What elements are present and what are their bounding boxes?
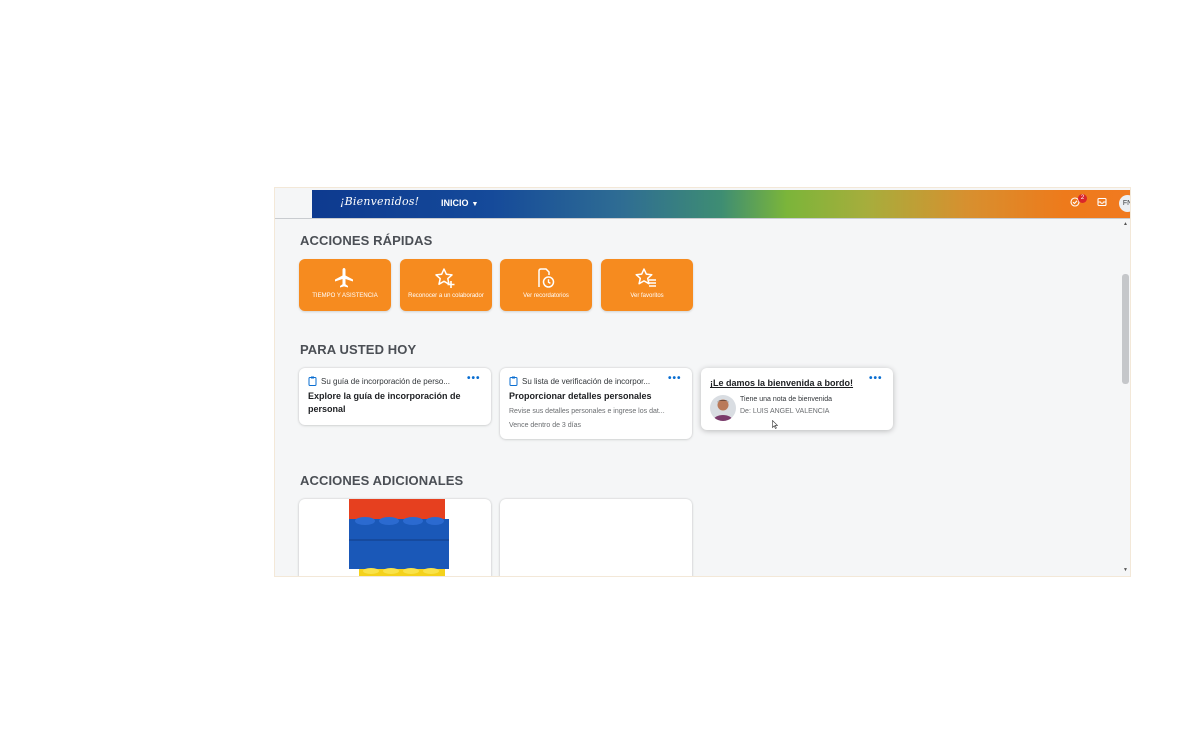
additional-actions-title: ACCIONES ADICIONALES xyxy=(300,473,464,488)
company-logo[interactable]: ¡Bienvenidos! xyxy=(340,195,419,208)
notification-badge: 2 xyxy=(1078,194,1087,203)
quick-action-label: Ver recordatorios xyxy=(523,293,569,299)
card-header-text: Su guía de incorporación de perso... xyxy=(321,376,450,386)
home-menu-button[interactable]: INICIO ▼ xyxy=(441,198,478,208)
quick-action-recognize[interactable]: Reconocer a un colaborador xyxy=(400,259,492,311)
star-list-icon xyxy=(635,268,656,287)
more-options-icon[interactable]: ••• xyxy=(668,373,682,384)
airplane-icon xyxy=(335,268,353,288)
more-options-icon[interactable]: ••• xyxy=(869,373,883,384)
clipboard-icon xyxy=(509,376,518,386)
lego-bricks-image xyxy=(349,499,449,576)
scroll-down-icon[interactable]: ▼ xyxy=(1122,567,1129,574)
mouse-cursor-icon xyxy=(772,420,778,429)
chevron-down-icon: ▼ xyxy=(471,201,479,208)
inbox-icon[interactable] xyxy=(1097,197,1107,210)
vertical-scrollbar[interactable]: ▲ ▼ xyxy=(1121,219,1130,576)
quick-actions-title: ACCIONES RÁPIDAS xyxy=(300,233,433,248)
scroll-thumb[interactable] xyxy=(1122,274,1129,384)
quick-action-time-attendance[interactable]: TIEMPO Y ASISTENCIA xyxy=(299,259,391,311)
more-options-icon[interactable]: ••• xyxy=(467,373,481,384)
personal-details-card[interactable]: Su lista de verificación de incorpor... … xyxy=(500,368,692,439)
quick-action-reminders[interactable]: Ver recordatorios xyxy=(500,259,592,311)
quick-action-label: Ver favoritos xyxy=(630,293,664,299)
card-description: Revise sus detalles personales e ingrese… xyxy=(509,408,665,415)
star-plus-icon xyxy=(435,268,455,288)
card-title: Explore la guía de incorporación de pers… xyxy=(308,391,461,414)
additional-action-card[interactable] xyxy=(299,499,491,576)
reminder-clock-icon xyxy=(538,268,555,288)
main-content: ACCIONES RÁPIDAS TIEMPO Y ASISTENCIA Rec… xyxy=(275,219,1123,576)
welcome-note-card[interactable]: ¡Le damos la bienvenida a bordo! ••• Tie… xyxy=(701,368,893,430)
card-header: Su lista de verificación de incorpor... xyxy=(509,376,669,386)
top-bar: ¡Bienvenidos! INICIO▼ 2 FN xyxy=(275,188,1130,219)
user-avatar[interactable]: FN xyxy=(1119,195,1130,212)
welcome-card-title[interactable]: ¡Le damos la bienvenida a bordo! xyxy=(710,377,870,390)
card-header: Su guía de incorporación de perso... xyxy=(308,376,468,386)
card-title: Proporcionar detalles personales xyxy=(509,391,652,401)
quick-action-label: Reconocer a un colaborador xyxy=(408,293,484,299)
due-date-text: Vence dentro de 3 días xyxy=(509,422,581,429)
welcome-message: Tiene una nota de bienvenida xyxy=(740,396,832,403)
quick-action-label: TIEMPO Y ASISTENCIA xyxy=(312,293,378,299)
onboarding-guide-card[interactable]: Su guía de incorporación de perso... •••… xyxy=(299,368,491,425)
sender-name: De: LUIS ANGEL VALENCIA xyxy=(740,408,830,415)
scroll-up-icon[interactable]: ▲ xyxy=(1122,221,1129,228)
app-frame: ¡Bienvenidos! INICIO▼ 2 FN ACCIONES RÁPI… xyxy=(274,187,1131,577)
clipboard-icon xyxy=(308,376,317,386)
quick-action-favorites[interactable]: Ver favoritos xyxy=(601,259,693,311)
for-you-today-title: PARA USTED HOY xyxy=(300,342,417,357)
card-header-text: Su lista de verificación de incorpor... xyxy=(522,376,651,386)
shell-bar: ¡Bienvenidos! INICIO▼ 2 FN xyxy=(312,190,1130,218)
home-menu-label: INICIO xyxy=(441,198,469,208)
additional-action-card-empty[interactable] xyxy=(500,499,692,576)
sender-avatar xyxy=(710,395,736,421)
